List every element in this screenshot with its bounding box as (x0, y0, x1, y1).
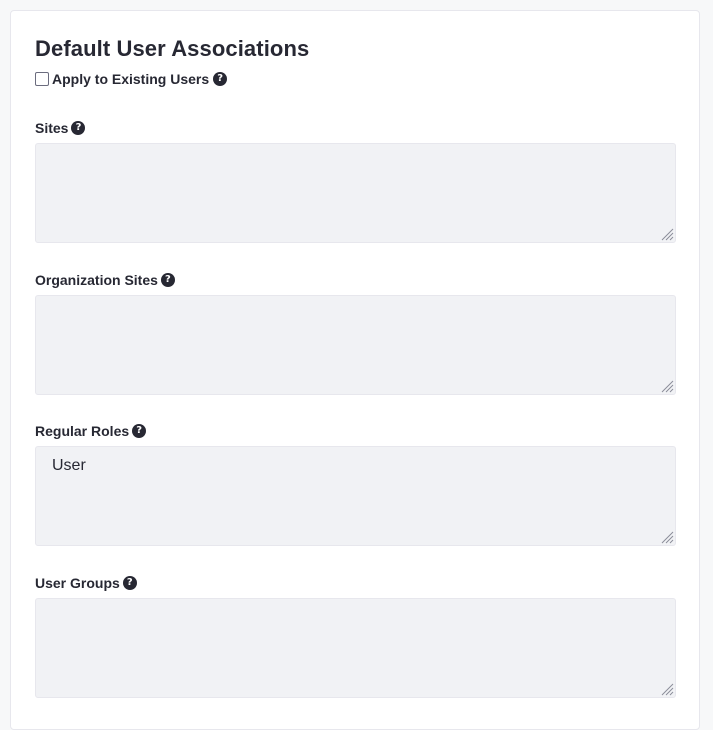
sites-textarea-wrap (35, 143, 676, 243)
resize-handle-icon[interactable] (660, 227, 674, 241)
help-icon[interactable]: ? (213, 72, 228, 86)
user-groups-label-row: User Groups ? (35, 574, 676, 592)
apply-existing-users-row: Apply to Existing Users ? (35, 69, 228, 89)
help-icon[interactable]: ? (71, 121, 86, 135)
apply-existing-users-checkbox[interactable] (35, 72, 49, 86)
regular-roles-textarea-wrap (35, 446, 676, 546)
help-icon[interactable]: ? (132, 424, 147, 438)
help-icon[interactable]: ? (160, 273, 175, 287)
user-groups-textarea-wrap (35, 598, 676, 698)
section-title: Default User Associations (35, 36, 310, 61)
organization-sites-field: Organization Sites ? (35, 271, 676, 395)
sites-label-row: Sites ? (35, 119, 676, 137)
organization-sites-label-row: Organization Sites ? (35, 271, 676, 289)
default-user-associations-panel: Default User Associations Apply to Exist… (10, 10, 700, 730)
organization-sites-label: Organization Sites (35, 272, 158, 288)
apply-existing-users-label[interactable]: Apply to Existing Users (52, 71, 209, 87)
organization-sites-textarea[interactable] (36, 296, 675, 394)
user-groups-field: User Groups ? (35, 574, 676, 698)
sites-label: Sites (35, 120, 69, 136)
resize-handle-icon[interactable] (660, 530, 674, 544)
user-groups-label: User Groups (35, 575, 120, 591)
resize-handle-icon[interactable] (660, 682, 674, 696)
help-icon[interactable]: ? (122, 576, 137, 590)
sites-textarea[interactable] (36, 144, 675, 242)
regular-roles-label: Regular Roles (35, 423, 130, 439)
regular-roles-textarea[interactable] (36, 447, 675, 545)
resize-handle-icon[interactable] (660, 379, 674, 393)
sites-field: Sites ? (35, 119, 676, 243)
organization-sites-textarea-wrap (35, 295, 676, 395)
regular-roles-field: Regular Roles ? (35, 422, 676, 546)
user-groups-textarea[interactable] (36, 599, 675, 697)
regular-roles-label-row: Regular Roles ? (35, 422, 676, 440)
